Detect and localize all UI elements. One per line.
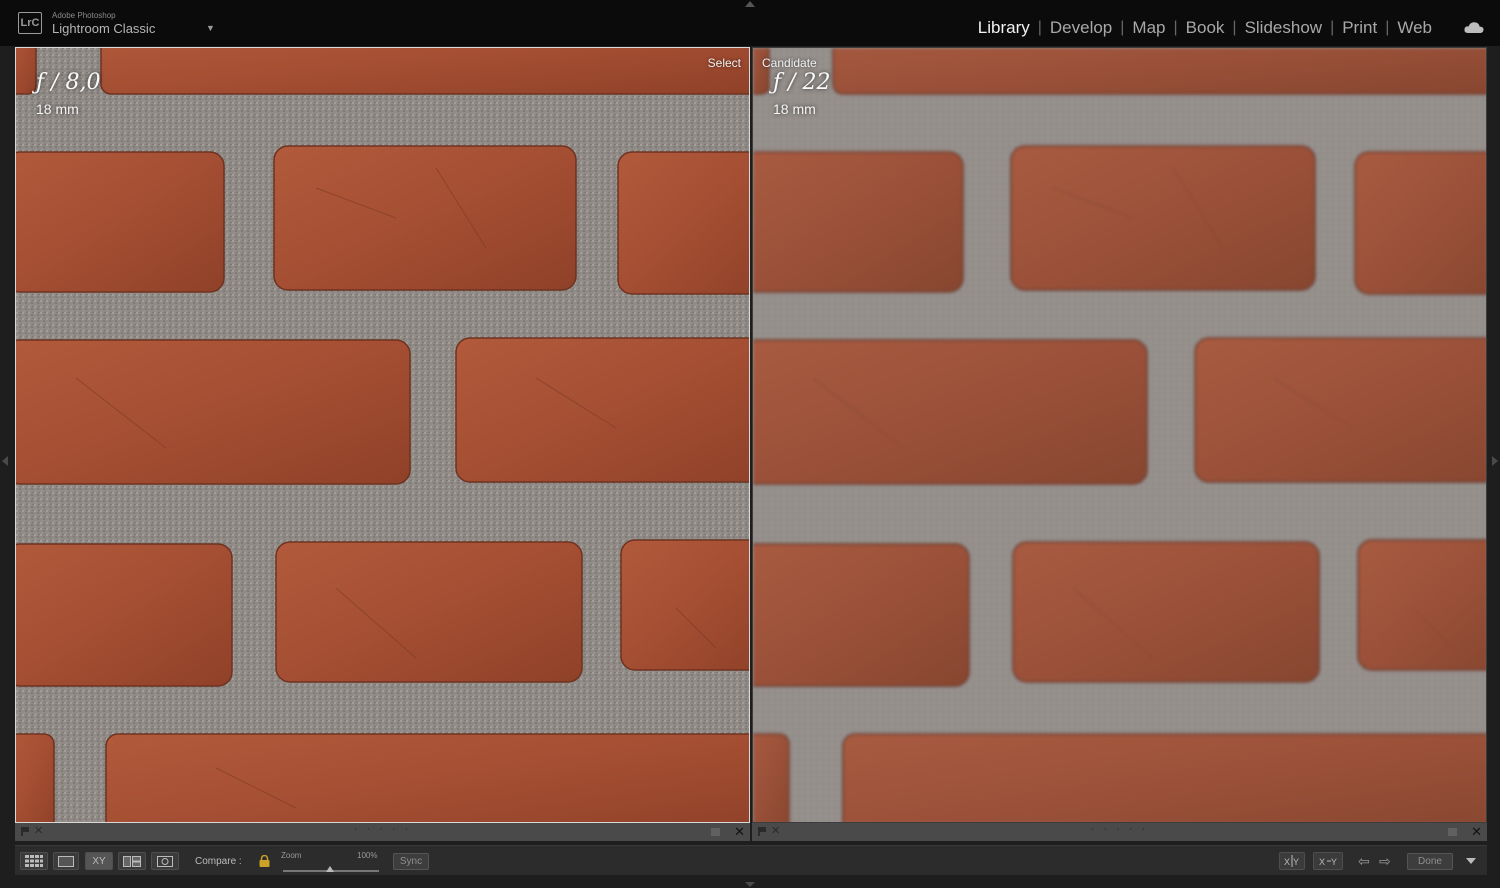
module-book[interactable]: Book: [1180, 18, 1231, 38]
zoom-label: Zoom: [281, 851, 302, 860]
module-separator: |: [1232, 19, 1237, 36]
filmstrip-toggle-icon[interactable]: [745, 882, 755, 887]
svg-text:Y: Y: [1293, 857, 1299, 867]
module-map[interactable]: Map: [1126, 18, 1171, 38]
module-library[interactable]: Library: [972, 18, 1036, 38]
select-focal-length: 18 mm: [36, 101, 79, 117]
select-pane-footer: ✕ · · · · · ✕: [15, 823, 750, 841]
compare-view-button[interactable]: XY: [85, 852, 113, 870]
survey-icon: [123, 855, 141, 867]
svg-text:X: X: [1284, 857, 1290, 867]
people-view-button[interactable]: [151, 852, 179, 870]
candidate-pane-footer: ✕ · · · · · ✕: [752, 823, 1487, 841]
star-rating-dots[interactable]: · · · · ·: [15, 823, 750, 835]
next-photo-icon[interactable]: ⇨: [1379, 853, 1391, 870]
top-panel-toggle-icon[interactable]: [745, 1, 755, 7]
module-web[interactable]: Web: [1391, 18, 1438, 38]
module-picker: Library | Develop | Map | Book | Slidesh…: [972, 18, 1438, 38]
module-separator: |: [1037, 19, 1042, 36]
candidate-aperture: ƒ / 22: [773, 70, 831, 95]
star-rating-dots[interactable]: · · · · ·: [752, 823, 1487, 835]
color-label-icon[interactable]: [1448, 828, 1457, 836]
module-separator: |: [1385, 19, 1390, 36]
close-candidate-icon[interactable]: ✕: [1471, 824, 1482, 840]
swap-select-candidate-button[interactable]: X Y: [1279, 852, 1305, 870]
grid-icon: [25, 855, 43, 867]
bottom-toolbar: XY Compare : Zoom 100% Sync X Y X Y ⇦ ⇨ …: [15, 845, 1487, 875]
people-icon: [157, 855, 173, 867]
left-panel-toggle-icon[interactable]: [2, 456, 8, 466]
loupe-view-button[interactable]: [53, 852, 79, 870]
close-select-icon[interactable]: ✕: [734, 824, 745, 840]
module-separator: |: [1173, 19, 1178, 36]
brick-wall-photo: [16, 48, 749, 822]
module-separator: |: [1120, 19, 1125, 36]
done-button[interactable]: Done: [1407, 853, 1453, 870]
module-slideshow[interactable]: Slideshow: [1239, 18, 1329, 38]
candidate-tag: Candidate: [762, 56, 817, 70]
svg-text:Y: Y: [1331, 857, 1337, 867]
select-aperture: ƒ / 8,0: [36, 70, 101, 95]
swap-icon: X Y: [1284, 855, 1299, 867]
brick-wall-photo: [753, 48, 1486, 822]
select-tag: Select: [707, 56, 741, 70]
color-label-icon[interactable]: [711, 828, 720, 836]
cloud-sync-icon[interactable]: [1464, 21, 1484, 33]
lock-icon[interactable]: [259, 855, 270, 867]
compare-label: Compare :: [195, 856, 242, 867]
zoom-value: 100%: [357, 851, 378, 860]
survey-view-button[interactable]: [118, 852, 146, 870]
previous-photo-icon[interactable]: ⇦: [1358, 853, 1370, 870]
identity-plate-dropdown-icon[interactable]: ▼: [206, 23, 215, 33]
module-print[interactable]: Print: [1336, 18, 1383, 38]
grid-view-button[interactable]: [20, 852, 48, 870]
candidate-photo-pane[interactable]: Candidate ƒ / 22 18 mm: [752, 47, 1487, 823]
svg-text:X: X: [1319, 857, 1325, 867]
module-develop[interactable]: Develop: [1044, 18, 1118, 38]
select-photo-pane[interactable]: Select ƒ / 8,0 18 mm: [15, 47, 750, 823]
lightroom-logo: LrC: [18, 12, 42, 34]
module-separator: |: [1330, 19, 1335, 36]
right-panel-toggle-icon[interactable]: [1492, 456, 1498, 466]
loupe-icon: [58, 855, 74, 867]
top-bar: LrC Adobe Photoshop Lightroom Classic ▼ …: [0, 0, 1500, 46]
candidate-focal-length: 18 mm: [773, 101, 816, 117]
make-select-icon: X Y: [1319, 857, 1337, 867]
toolbar-options-dropdown-icon[interactable]: [1466, 858, 1476, 864]
app-name: Lightroom Classic: [52, 21, 156, 36]
zoom-slider-thumb[interactable]: [326, 866, 334, 872]
make-select-button[interactable]: X Y: [1313, 852, 1343, 870]
app-vendor: Adobe Photoshop: [52, 11, 116, 20]
sync-button[interactable]: Sync: [393, 853, 429, 870]
